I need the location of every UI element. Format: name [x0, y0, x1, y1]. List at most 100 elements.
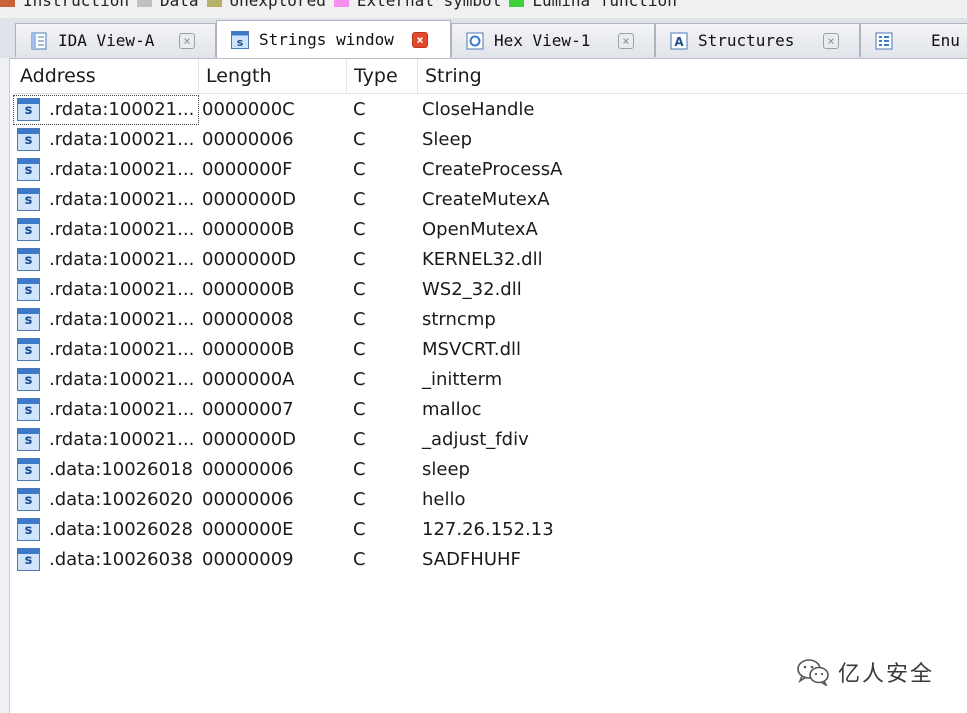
address-text: .rdata:100021... [49, 429, 195, 450]
address-cell[interactable]: s .data:10026028 [13, 515, 199, 545]
address-cell[interactable]: s .data:10026038 [13, 545, 199, 575]
table-row[interactable]: s .rdata:100021... 0000000D C _adjust_fdiv [13, 425, 967, 455]
close-icon[interactable]: × [179, 32, 195, 49]
string-icon: s [17, 548, 40, 571]
string-icon: s [17, 188, 40, 211]
table-row[interactable]: s .rdata:100021... 0000000F C CreateProcessA [13, 155, 967, 185]
address-text: .data:10026020 [49, 489, 193, 510]
tab-strings-window[interactable]: s Strings window × [216, 20, 451, 58]
address-text: .rdata:100021... [49, 189, 195, 210]
hex-view-icon [466, 32, 484, 49]
address-cell[interactable]: s .data:10026018 [13, 455, 199, 485]
address-text: .data:10026018 [49, 459, 193, 480]
legend-item: Instruction [0, 0, 129, 10]
string-icon: s [17, 98, 40, 121]
string-cell: SADFHUHF [422, 549, 521, 570]
ida-view-icon [31, 32, 47, 49]
string-icon: s [17, 128, 40, 151]
table-row[interactable]: s .rdata:100021... 00000008 Cstrncmp [13, 305, 967, 335]
length-cell: 0000000C [202, 99, 295, 120]
length-cell: 00000006 [202, 129, 294, 150]
close-icon[interactable]: × [618, 32, 634, 49]
table-row[interactable]: s .rdata:100021... 0000000A C _initterm [13, 365, 967, 395]
type-cell: C [353, 489, 366, 510]
close-icon[interactable]: × [412, 31, 428, 48]
table-row[interactable]: s .rdata:100021... 0000000B C MSVCRT.dll [13, 335, 967, 365]
legend-item: Lumina function [509, 0, 677, 10]
column-header-address[interactable]: Address [13, 59, 199, 93]
table-row[interactable]: s .data:10026028 0000000E C 127.26.152.13 [13, 515, 967, 545]
legend-label: Lumina function [532, 0, 677, 10]
structures-icon: A [670, 32, 688, 49]
type-cell: C [353, 189, 366, 210]
address-cell[interactable]: s .rdata:100021... [13, 95, 199, 125]
wechat-icon [797, 659, 829, 686]
string-icon: s [17, 458, 40, 481]
type-cell: C [353, 549, 366, 570]
tab-ida-view-a[interactable]: IDA View-A × [15, 23, 216, 57]
address-cell[interactable]: s .rdata:100021... [13, 155, 199, 185]
string-icon: s [17, 158, 40, 181]
table-row[interactable]: s .rdata:100021... 00000007 Cmalloc [13, 395, 967, 425]
address-cell[interactable]: s .rdata:100021... [13, 125, 199, 155]
column-header-string[interactable]: String [418, 59, 967, 93]
length-cell: 00000006 [202, 489, 294, 510]
length-cell: 00000007 [202, 399, 294, 420]
legend-item: External symbol [333, 0, 501, 10]
table-row[interactable]: s .rdata:100021... 0000000B C OpenMutexA [13, 215, 967, 245]
type-cell: C [353, 399, 366, 420]
address-cell[interactable]: s .rdata:100021... [13, 215, 199, 245]
legend-item: Data [136, 0, 199, 10]
type-cell: C [353, 249, 366, 270]
enums-icon [875, 32, 893, 49]
string-icon: s [17, 338, 40, 361]
table-row[interactable]: s .data:10026038 00000009 C SADFHUHF [13, 545, 967, 575]
address-text: .data:10026038 [49, 549, 193, 570]
address-cell[interactable]: s .rdata:100021... [13, 275, 199, 305]
address-cell[interactable]: s .rdata:100021... [13, 425, 199, 455]
string-cell: _initterm [422, 369, 503, 390]
string-cell: strncmp [422, 309, 496, 330]
column-header-type[interactable]: Type [347, 59, 418, 93]
string-cell: WS2_32.dll [422, 279, 522, 300]
tab-enums[interactable]: Enu [860, 23, 967, 57]
table-row[interactable]: s .rdata:100021... 0000000B C WS2_32.dll [13, 275, 967, 305]
address-cell[interactable]: s .rdata:100021... [13, 185, 199, 215]
length-cell: 0000000D [202, 249, 297, 270]
table-row[interactable]: s .rdata:100021... 0000000C C CloseHandle [13, 95, 967, 125]
table-row[interactable]: s .rdata:100021... 0000000D C KERNEL32.dll [13, 245, 967, 275]
close-icon[interactable]: × [823, 32, 839, 49]
address-cell[interactable]: s .rdata:100021... [13, 395, 199, 425]
string-icon: s [17, 248, 40, 271]
length-cell: 0000000B [202, 279, 295, 300]
table-row[interactable]: s .rdata:100021... 00000006 C Sleep [13, 125, 967, 155]
address-text: .rdata:100021... [49, 279, 195, 300]
address-cell[interactable]: s .rdata:100021... [13, 305, 199, 335]
tab-structures[interactable]: A Structures × [655, 23, 860, 57]
string-cell: hello [422, 489, 466, 510]
type-cell: C [353, 159, 366, 180]
tab-bar: IDA View-A × s Strings window × Hex View… [0, 18, 967, 59]
tab-label: Hex View-1 [494, 31, 591, 50]
length-cell: 00000006 [202, 459, 294, 480]
length-cell: 0000000B [202, 339, 295, 360]
legend-label: Unexplored [229, 0, 326, 10]
string-icon: s [17, 398, 40, 421]
address-cell[interactable]: s .rdata:100021... [13, 245, 199, 275]
table-row[interactable]: s .data:10026020 00000006 Chello [13, 485, 967, 515]
column-header-length[interactable]: Length [199, 59, 347, 93]
address-text: .rdata:100021... [49, 309, 195, 330]
length-cell: 00000009 [202, 549, 294, 570]
legend-swatch [206, 0, 222, 7]
address-cell[interactable]: s .rdata:100021... [13, 365, 199, 395]
table-row[interactable]: s .data:10026018 00000006 Csleep [13, 455, 967, 485]
legend-item: Unexplored [206, 0, 326, 10]
type-cell: C [353, 99, 366, 120]
address-cell[interactable]: s .rdata:100021... [13, 335, 199, 365]
table-row[interactable]: s .rdata:100021... 0000000D C CreateMutexA [13, 185, 967, 215]
legend-swatch [509, 0, 525, 7]
legend-swatch [0, 0, 15, 7]
address-cell[interactable]: s .data:10026020 [13, 485, 199, 515]
address-text: .data:10026028 [49, 519, 193, 540]
tab-hex-view-1[interactable]: Hex View-1 × [451, 23, 655, 57]
